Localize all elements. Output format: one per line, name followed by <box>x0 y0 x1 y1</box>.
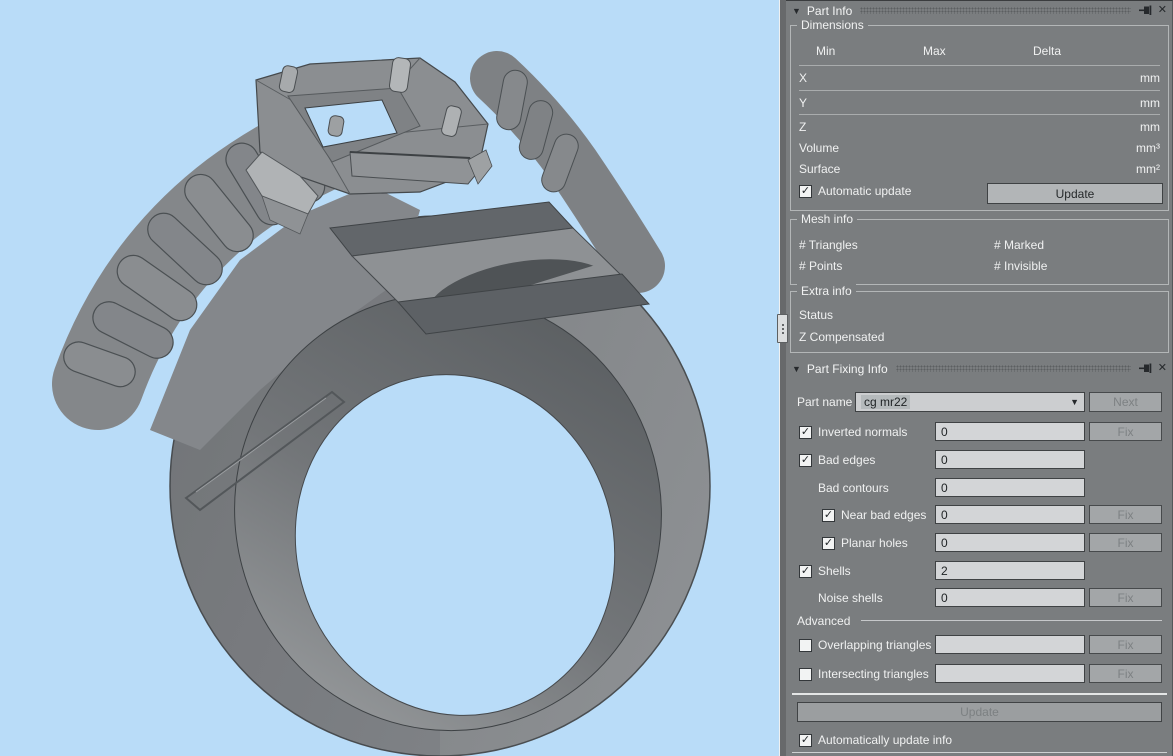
status-label: Status <box>799 308 834 322</box>
separator <box>799 114 1160 115</box>
planar-holes-label: Planar holes <box>841 536 908 550</box>
intersecting-triangles-fix-button[interactable]: Fix <box>1089 664 1162 683</box>
automatic-update-checkbox[interactable]: ✓ <box>799 184 812 198</box>
col-max: Max <box>923 44 946 58</box>
dim-unit: mm³ <box>1136 141 1160 155</box>
inverted-normals-fix-button[interactable]: Fix <box>1089 422 1162 441</box>
dim-label: Volume <box>799 141 840 155</box>
mesh-info-group: Mesh info # Triangles # Marked # Points … <box>790 212 1169 285</box>
part-name-dropdown[interactable]: cg mr22 ▼ <box>855 392 1085 412</box>
separator <box>799 65 1160 66</box>
near-bad-edges-fix-button[interactable]: Fix <box>1089 505 1162 524</box>
auto-update-info-row: ✓ Automatically update info <box>786 730 1173 750</box>
inverted-normals-checkbox[interactable]: ✓ <box>799 425 812 439</box>
overlapping-triangles-label: Overlapping triangles <box>818 638 932 652</box>
dim-unit: mm <box>1140 120 1160 134</box>
shells-checkbox[interactable]: ✓ <box>799 564 812 578</box>
side-panel: ▼ Part Info ✕ Dimensions Min Max Delta X… <box>786 0 1173 756</box>
dim-label: Surface <box>799 162 841 176</box>
marked-label: # Marked <box>994 238 1045 252</box>
pin-icon[interactable] <box>1138 363 1152 374</box>
bad-contours-count[interactable] <box>935 478 1085 497</box>
near-bad-edges-checkbox[interactable]: ✓ <box>822 508 835 522</box>
noise-shells-count[interactable] <box>935 588 1085 607</box>
dim-row-x: X mm <box>799 67 1160 89</box>
dim-row-y: Y mm <box>799 92 1160 114</box>
panel-bottom-edge <box>792 752 1167 753</box>
dim-row-z: Z mm <box>799 116 1160 138</box>
inverted-normals-count[interactable] <box>935 422 1085 441</box>
splitter-collapse-handle[interactable] <box>777 314 788 343</box>
triangles-label: # Triangles <box>799 238 858 252</box>
auto-update-info-checkbox[interactable]: ✓ <box>799 733 812 747</box>
part-info-header: ▼ Part Info ✕ <box>786 2 1173 19</box>
dimensions-group: Dimensions Min Max Delta X mm Y mm Z mm <box>790 18 1169 211</box>
collapse-icon[interactable]: ▼ <box>792 6 801 16</box>
invisible-label: # Invisible <box>994 259 1048 273</box>
3d-viewport[interactable] <box>0 0 780 756</box>
ring-model <box>52 51 711 756</box>
bad-contours-label: Bad contours <box>818 481 889 495</box>
intersecting-triangles-count[interactable] <box>935 664 1085 683</box>
shells-label: Shells <box>818 564 851 578</box>
mesh-info-label: Mesh info <box>797 212 858 226</box>
extra-info-group: Extra info Status Z Compensated <box>790 284 1169 353</box>
near-bad-edges-count[interactable] <box>935 505 1085 524</box>
bad-edges-checkbox[interactable]: ✓ <box>799 453 812 467</box>
next-button[interactable]: Next <box>1089 392 1162 412</box>
header-grip-texture <box>895 365 1131 372</box>
separator <box>799 90 1160 91</box>
z-compensated-label: Z Compensated <box>799 330 885 344</box>
points-label: # Points <box>799 259 843 273</box>
close-icon[interactable]: ✕ <box>1158 363 1167 374</box>
part-info-title: Part Info <box>806 3 853 18</box>
bad-edges-label: Bad edges <box>818 453 876 467</box>
dim-unit: mm <box>1140 96 1160 110</box>
bad-edges-count[interactable] <box>935 450 1085 469</box>
intersecting-triangles-label: Intersecting triangles <box>818 667 929 681</box>
part-fixing-header: ▼ Part Fixing Info ✕ <box>786 360 1173 377</box>
dimensions-label: Dimensions <box>797 18 868 32</box>
collapse-icon[interactable]: ▼ <box>792 364 801 374</box>
extra-info-label: Extra info <box>797 284 856 298</box>
advanced-label: Advanced <box>797 614 851 628</box>
advanced-divider <box>861 620 1162 621</box>
automatic-update-label: Automatic update <box>818 184 912 198</box>
dim-row-surface: Surface mm² <box>799 158 1160 180</box>
planar-holes-count[interactable] <box>935 533 1085 552</box>
app-window: ▼ Part Info ✕ Dimensions Min Max Delta X… <box>0 0 1173 756</box>
col-delta: Delta <box>1033 44 1062 58</box>
overlapping-triangles-count[interactable] <box>935 635 1085 654</box>
dim-label: Y <box>799 96 808 110</box>
near-bad-edges-label: Near bad edges <box>841 508 927 522</box>
close-icon[interactable]: ✕ <box>1158 5 1167 16</box>
dim-row-volume: Volume mm³ <box>799 137 1160 159</box>
dim-label: X <box>799 71 808 85</box>
intersecting-triangles-checkbox[interactable] <box>799 667 812 681</box>
overlapping-triangles-checkbox[interactable] <box>799 638 812 652</box>
auto-update-info-label: Automatically update info <box>818 733 953 747</box>
header-grip-texture <box>860 7 1131 14</box>
planar-holes-fix-button[interactable]: Fix <box>1089 533 1162 552</box>
part-fixing-title: Part Fixing Info <box>806 361 888 376</box>
section-separator <box>792 693 1167 695</box>
dim-label: Z <box>799 120 807 134</box>
dim-unit: mm <box>1140 71 1160 85</box>
noise-shells-fix-button[interactable]: Fix <box>1089 588 1162 607</box>
shells-count[interactable] <box>935 561 1085 580</box>
planar-holes-checkbox[interactable]: ✓ <box>822 536 835 550</box>
dim-unit: mm² <box>1136 162 1160 176</box>
col-min: Min <box>816 44 836 58</box>
automatic-update-row: ✓ Automatic update <box>799 184 911 198</box>
advanced-section-label-row: Advanced <box>786 611 1173 631</box>
chevron-down-icon: ▼ <box>1070 397 1079 407</box>
inverted-normals-label: Inverted normals <box>818 425 908 439</box>
overlapping-triangles-fix-button[interactable]: Fix <box>1089 635 1162 654</box>
pin-icon[interactable] <box>1138 5 1152 16</box>
update-button[interactable]: Update <box>987 183 1163 204</box>
part-name-label: Part name <box>797 395 853 409</box>
noise-shells-label: Noise shells <box>818 591 883 605</box>
part-name-value: cg mr22 <box>861 395 911 409</box>
fixing-update-button[interactable]: Update <box>797 702 1162 722</box>
